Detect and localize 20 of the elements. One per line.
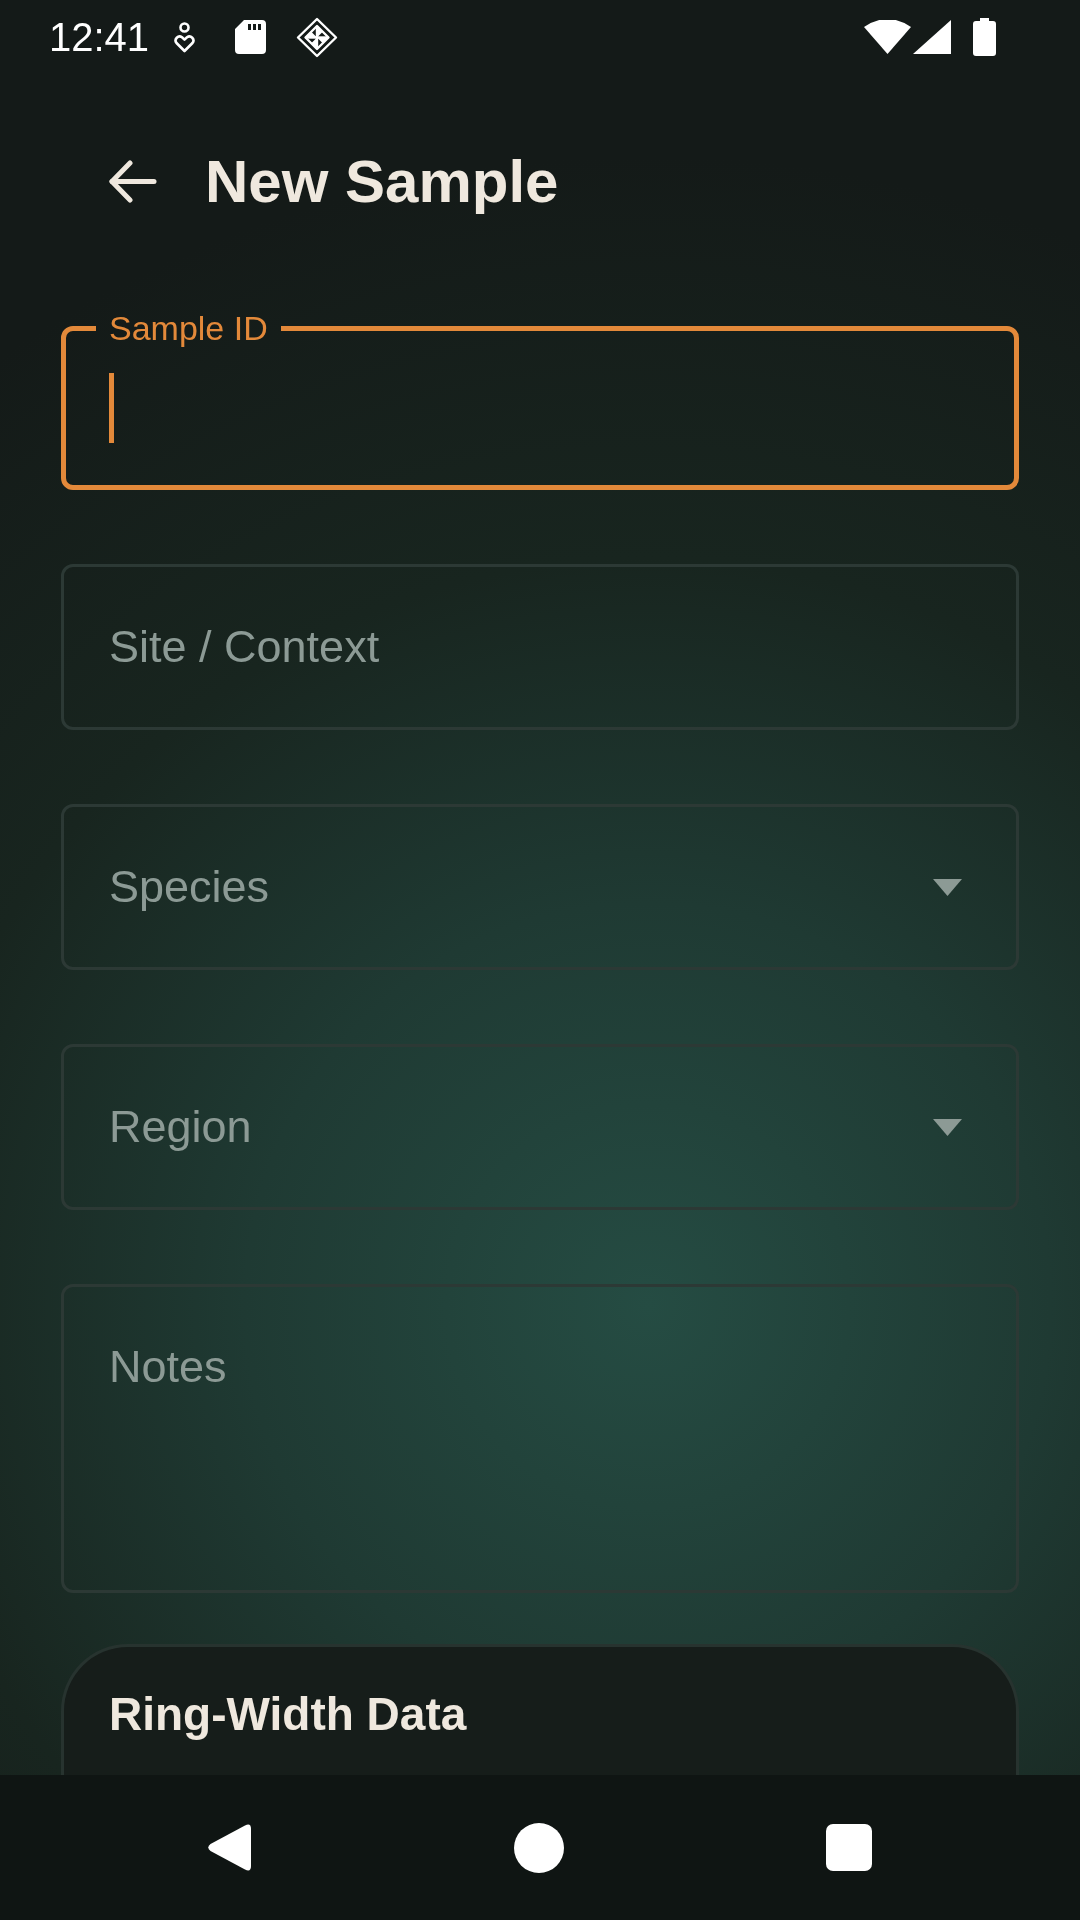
nav-recents-icon[interactable]: [826, 1824, 872, 1871]
status-time: 12:41: [49, 17, 150, 57]
sd-card-icon: [235, 20, 267, 54]
wifi-icon: [864, 20, 911, 54]
back-button[interactable]: [108, 159, 157, 203]
nav-home-icon[interactable]: [514, 1822, 564, 1873]
dropdown-field[interactable]: Region: [61, 1044, 1019, 1210]
card-title: Ring-Width Data: [109, 1687, 467, 1742]
heart-person-icon: [173, 21, 197, 53]
nav-back-icon[interactable]: [207, 1823, 251, 1872]
multiline-text-field[interactable]: Notes: [61, 1284, 1019, 1593]
caret-down-icon: [933, 878, 962, 896]
screen-title: New Sample: [205, 146, 559, 216]
text-field[interactable]: Site / Context: [61, 564, 1019, 730]
caret-down-icon: [933, 1118, 962, 1136]
diamond-grid-icon: [296, 16, 339, 58]
signal-icon: [913, 20, 951, 54]
battery-icon: [973, 18, 996, 56]
dropdown-field[interactable]: Species: [61, 804, 1019, 970]
text-cursor-icon: [109, 373, 114, 443]
